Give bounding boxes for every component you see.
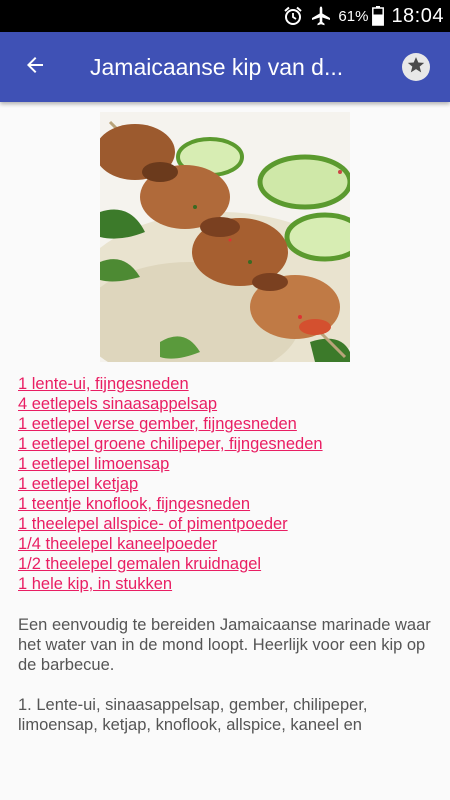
airplane-mode-icon [310,5,332,27]
recipe-photo [100,112,350,362]
battery-icon [371,5,385,27]
back-button[interactable] [0,32,70,102]
favorite-button[interactable] [402,53,430,81]
ingredient-link[interactable]: 1 eetlepel verse gember, fijngesneden [18,414,438,434]
ingredient-link[interactable]: 1/4 theelepel kaneelpoeder [18,534,438,554]
clock: 18:04 [391,4,444,27]
recipe-step: 1. Lente-ui, sinaasappelsap, gember, chi… [18,696,368,734]
ingredient-link[interactable]: 1 hele kip, in stukken [18,574,438,594]
status-bar: 61% 18:04 [0,0,450,32]
ingredient-link[interactable]: 1 lente-ui, fijngesneden [18,374,438,394]
recipe-description: Een eenvoudig te bereiden Jamaicaanse ma… [18,616,431,674]
ingredient-link[interactable]: 1 eetlepel groene chilipeper, fijngesned… [18,434,438,454]
page-title: Jamaicaanse kip van d... [90,53,344,80]
ingredient-link[interactable]: 1 teentje knoflook, fijngesneden [18,494,438,514]
app-bar: Jamaicaanse kip van d... [0,32,450,102]
recipe-content: 1 lente-ui, fijngesneden 4 eetlepels sin… [0,102,450,800]
ingredient-link[interactable]: 1 eetlepel ketjap [18,474,438,494]
ingredient-list: 1 lente-ui, fijngesneden 4 eetlepels sin… [18,374,438,594]
ingredient-link[interactable]: 4 eetlepels sinaasappelsap [18,394,438,414]
ingredient-link[interactable]: 1 theelepel allspice- of pimentpoeder [18,514,438,534]
ingredient-link[interactable]: 1 eetlepel limoensap [18,454,438,474]
star-icon [406,55,426,80]
arrow-back-icon [23,53,47,82]
battery-percent: 61% [338,7,369,25]
alarm-icon [282,5,304,27]
ingredient-link[interactable]: 1/2 theelepel gemalen kruidnagel [18,554,438,574]
